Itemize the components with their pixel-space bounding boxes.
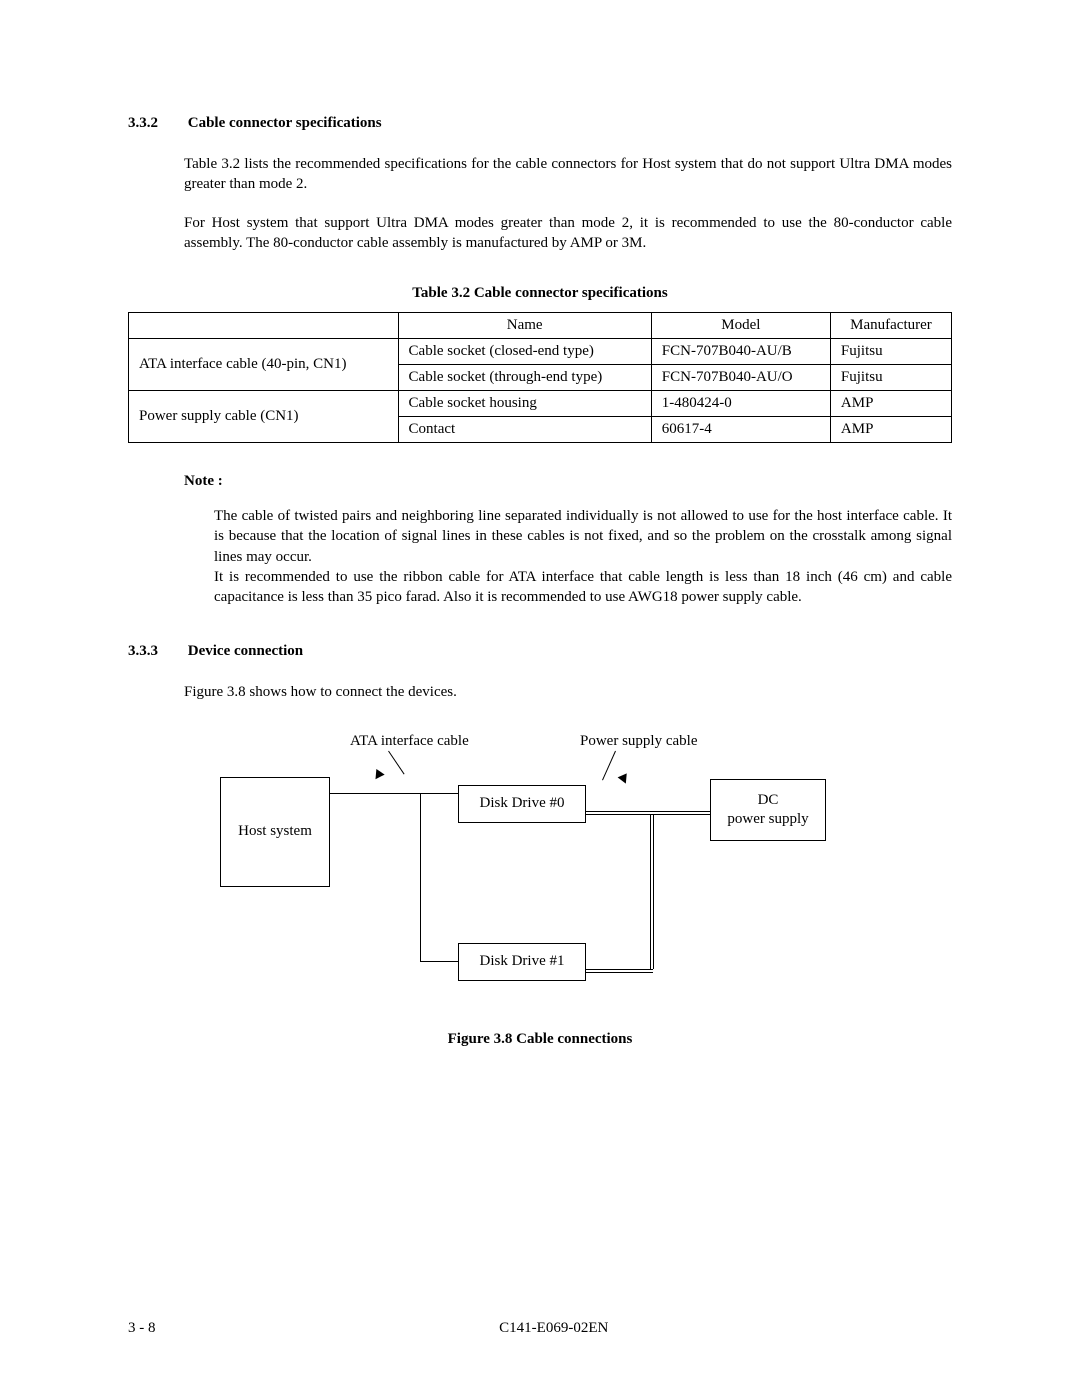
table-header-blank <box>129 313 399 339</box>
paragraph: For Host system that support Ultra DMA m… <box>184 213 952 254</box>
row-label-ata: ATA interface cable (40-pin, CN1) <box>129 339 399 391</box>
arrow-head-icon <box>371 768 384 781</box>
cell-name: Cable socket (through-end type) <box>398 365 651 391</box>
paragraph: Table 3.2 lists the recommended specific… <box>184 154 952 195</box>
table-row: ATA interface cable (40-pin, CN1) Cable … <box>129 339 952 365</box>
cell-name: Cable socket housing <box>398 391 651 417</box>
table-header-row: Name Model Manufacturer <box>129 313 952 339</box>
table-header-model: Model <box>651 313 830 339</box>
cell-model: 60617-4 <box>651 417 830 443</box>
section-number: 3.3.2 <box>128 115 184 132</box>
cell-mfr: Fujitsu <box>830 365 951 391</box>
section-title: Cable connector specifications <box>188 115 382 131</box>
table-header-name: Name <box>398 313 651 339</box>
paragraph: Figure 3.8 shows how to connect the devi… <box>184 682 952 702</box>
box-dc-power-supply: DC power supply <box>710 779 826 841</box>
figure-caption: Figure 3.8 Cable connections <box>128 1031 952 1048</box>
wire-ata <box>330 793 458 794</box>
section-title: Device connection <box>188 643 303 659</box>
dc-label-2: power supply <box>727 810 808 829</box>
note-paragraph: The cable of twisted pairs and neighbori… <box>214 506 952 567</box>
page-footer: 3 - 8 C141-E069-02EN <box>128 1320 952 1337</box>
label-ata-cable: ATA interface cable <box>350 733 469 750</box>
cable-connections-diagram: ATA interface cable Power supply cable H… <box>220 733 860 1013</box>
section-heading-333: 3.3.3 Device connection <box>128 643 952 660</box>
page-number: 3 - 8 <box>128 1320 156 1337</box>
table-header-manufacturer: Manufacturer <box>830 313 951 339</box>
table-row: Power supply cable (CN1) Cable socket ho… <box>129 391 952 417</box>
cell-model: 1-480424-0 <box>651 391 830 417</box>
section-number: 3.3.3 <box>128 643 184 660</box>
document-page: 3.3.2 Cable connector specifications Tab… <box>0 0 1080 1397</box>
arrow-line <box>602 750 616 780</box>
cell-model: FCN-707B040-AU/O <box>651 365 830 391</box>
row-label-power: Power supply cable (CN1) <box>129 391 399 443</box>
cell-mfr: AMP <box>830 391 951 417</box>
wire-ata <box>420 793 421 961</box>
document-id: C141-E069-02EN <box>128 1320 952 1337</box>
cell-model: FCN-707B040-AU/B <box>651 339 830 365</box>
arrow-line <box>388 750 404 774</box>
label-power-cable: Power supply cable <box>580 733 697 750</box>
cell-mfr: Fujitsu <box>830 339 951 365</box>
dc-label-1: DC <box>758 791 779 810</box>
wire-power <box>650 814 651 969</box>
box-host-system: Host system <box>220 777 330 887</box>
table-caption: Table 3.2 Cable connector specifications <box>128 285 952 302</box>
box-disk-drive-1: Disk Drive #1 <box>458 943 586 981</box>
arrow-head-icon <box>618 773 631 785</box>
wire-ata <box>420 961 458 962</box>
cell-mfr: AMP <box>830 417 951 443</box>
box-disk-drive-0: Disk Drive #0 <box>458 785 586 823</box>
wire-power <box>586 811 710 812</box>
cell-name: Contact <box>398 417 651 443</box>
wire-power <box>586 969 653 970</box>
note-label: Note : <box>184 473 952 490</box>
cell-name: Cable socket (closed-end type) <box>398 339 651 365</box>
connector-spec-table: Name Model Manufacturer ATA interface ca… <box>128 312 952 443</box>
section-heading-332: 3.3.2 Cable connector specifications <box>128 115 952 132</box>
note-paragraph: It is recommended to use the ribbon cabl… <box>214 567 952 608</box>
